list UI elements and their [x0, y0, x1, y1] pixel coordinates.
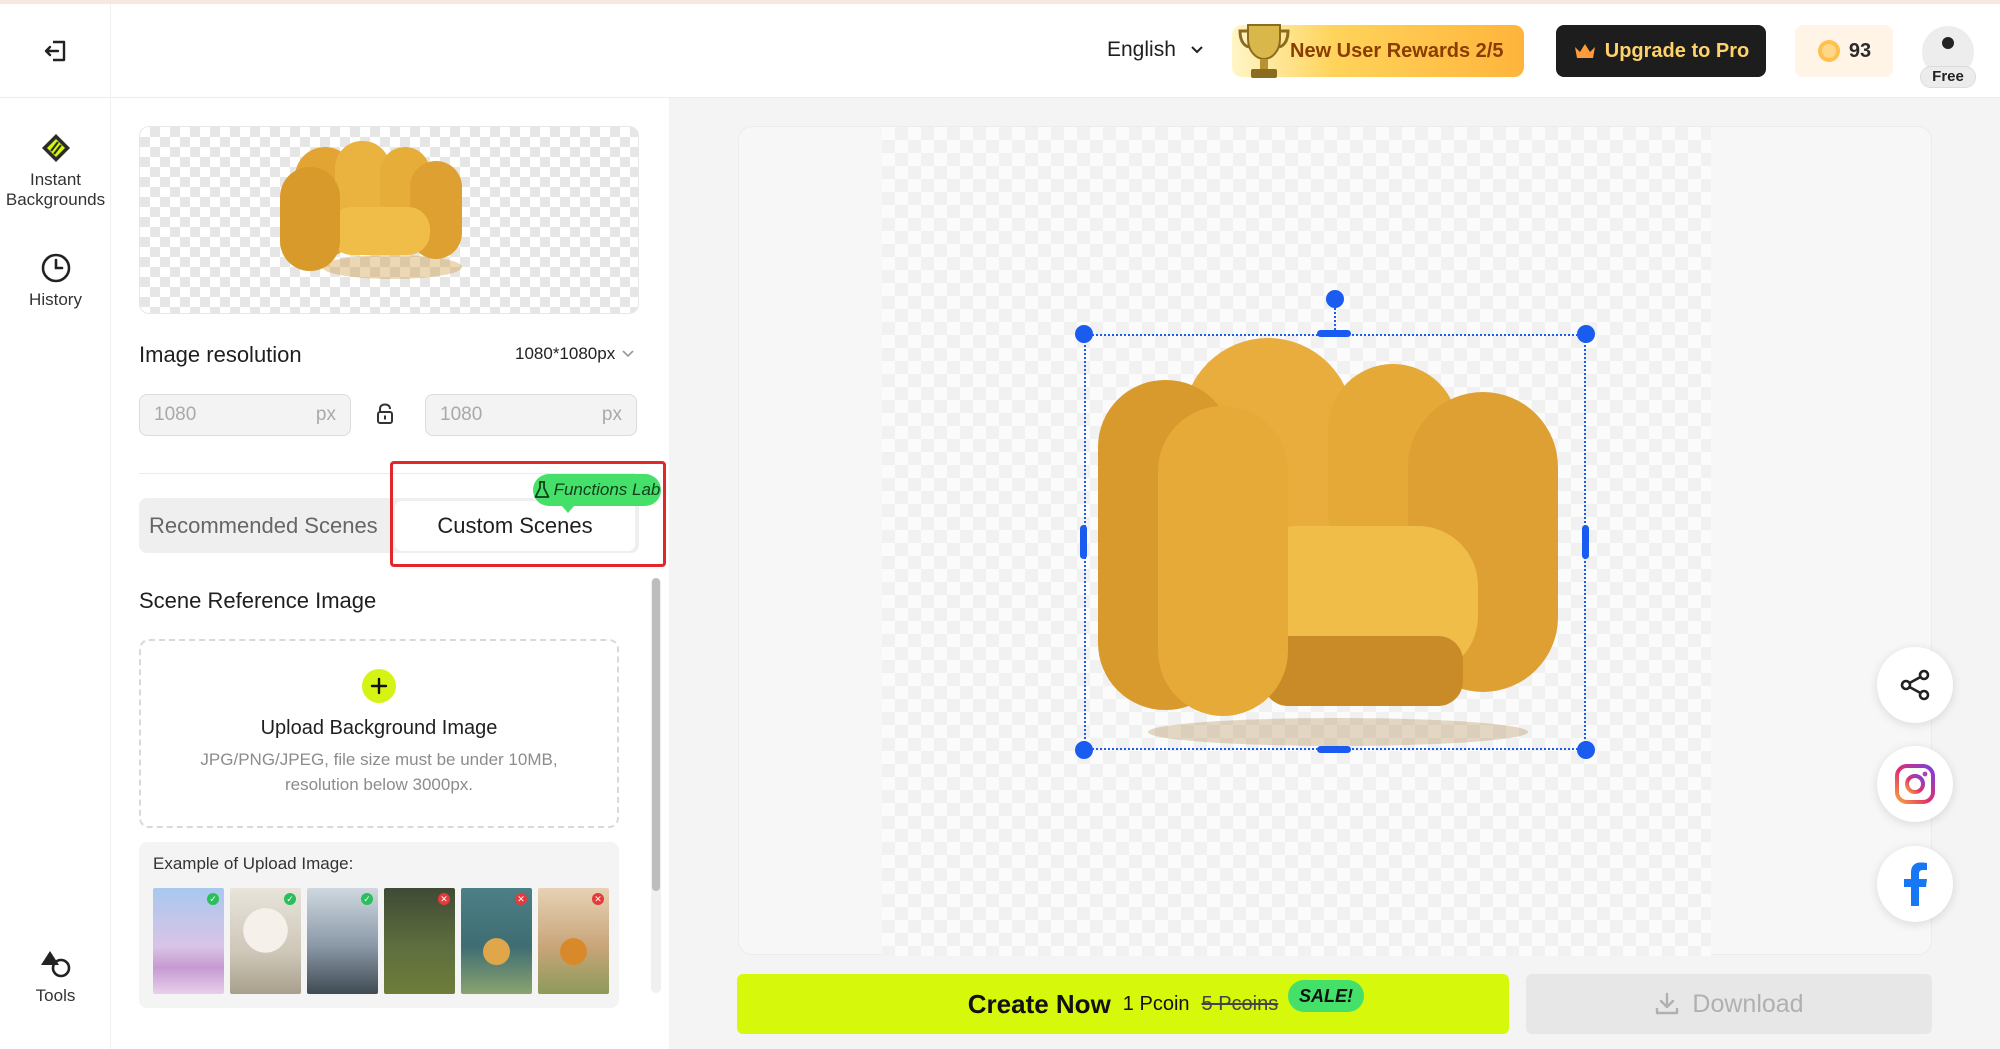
- example-image-good-2: ✓: [230, 888, 301, 994]
- examples-label: Example of Upload Image:: [153, 854, 354, 873]
- check-icon: ✓: [284, 893, 296, 905]
- upgrade-to-pro-button[interactable]: Upgrade to Pro: [1556, 25, 1766, 77]
- download-button[interactable]: Download: [1526, 974, 1932, 1034]
- price-label: 1 Pcoin: [1122, 992, 1190, 1015]
- upload-examples: Example of Upload Image: ✓ ✓ ✓ ✕ ✕ ✕: [139, 842, 619, 1008]
- aspect-lock-toggle[interactable]: [375, 403, 395, 430]
- resize-handle-right[interactable]: [1582, 525, 1589, 559]
- rail-label-instant-backgrounds: Instant Backgrounds: [5, 170, 106, 209]
- scrollbar-thumb[interactable]: [652, 578, 660, 891]
- upload-background-dropzone[interactable]: Upload Background Image JPG/PNG/JPEG, fi…: [139, 639, 619, 828]
- chevron-down-icon: [1191, 46, 1203, 54]
- product-preview-thumbnail[interactable]: [139, 126, 639, 314]
- facebook-icon: [1904, 862, 1927, 906]
- resize-handle-top-right[interactable]: [1577, 325, 1595, 343]
- exit-button[interactable]: [0, 4, 111, 98]
- lock-icon: [377, 403, 393, 424]
- functions-lab-badge: Functions Lab: [533, 474, 661, 513]
- coin-balance[interactable]: 93: [1795, 25, 1893, 77]
- sale-badge: SALE!: [1288, 980, 1364, 1012]
- download-label: Download: [1692, 989, 1804, 1018]
- rotate-handle[interactable]: [1326, 290, 1344, 308]
- rail-item-instant-backgrounds[interactable]: Instant Backgrounds: [0, 132, 111, 210]
- facebook-button[interactable]: [1877, 846, 1953, 922]
- check-icon: ✓: [361, 893, 373, 905]
- resize-handle-bottom[interactable]: [1317, 746, 1351, 753]
- coin-count: 93: [1848, 39, 1872, 62]
- resize-handle-left[interactable]: [1080, 525, 1087, 559]
- example-image-bad-1: ✕: [384, 888, 455, 994]
- example-image-good-3: ✓: [307, 888, 378, 994]
- coin-icon: [1817, 40, 1840, 62]
- new-user-rewards-button[interactable]: New User Rewards 2/5: [1232, 24, 1524, 78]
- height-placeholder: 1080: [440, 404, 483, 425]
- scene-reference-title: Scene Reference Image: [139, 588, 377, 613]
- create-now-label: Create Now: [967, 988, 1111, 1019]
- share-icon: [1900, 669, 1930, 701]
- clock-icon: [41, 253, 70, 283]
- example-image-bad-2: ✕: [461, 888, 532, 994]
- tab-recommended-scenes[interactable]: Recommended Scenes: [149, 513, 378, 539]
- upload-title: Upload Background Image: [260, 717, 498, 739]
- width-input[interactable]: 1080 px: [139, 394, 351, 436]
- resize-handle-top-left[interactable]: [1075, 325, 1093, 343]
- add-icon: [362, 669, 396, 703]
- height-input[interactable]: 1080 px: [425, 394, 637, 436]
- rail-item-tools[interactable]: Tools: [0, 948, 111, 1006]
- panel-scrollbar[interactable]: [651, 578, 661, 993]
- language-label: English: [1107, 38, 1176, 61]
- cross-icon: ✕: [592, 893, 604, 905]
- height-unit: px: [601, 404, 622, 425]
- instagram-button[interactable]: [1877, 746, 1953, 822]
- resize-handle-top[interactable]: [1317, 330, 1351, 337]
- user-menu[interactable]: Free: [1920, 26, 1976, 92]
- exit-icon: [44, 40, 66, 62]
- crown-icon: [1574, 44, 1595, 58]
- rewards-label: New User Rewards 2/5: [1290, 40, 1504, 62]
- flask-icon: [534, 481, 549, 498]
- rail-label-history: History: [29, 290, 82, 309]
- share-button[interactable]: [1877, 647, 1953, 723]
- trophy-icon: [1238, 24, 1290, 78]
- armchair-thumbnail-image: [280, 141, 462, 279]
- upload-hint: JPG/PNG/JPEG, file size must be under 10…: [200, 750, 558, 794]
- shapes-icon: [40, 951, 70, 978]
- example-image-good-1: ✓: [153, 888, 224, 994]
- example-image-bad-3: ✕: [538, 888, 609, 994]
- resolution-title: Image resolution: [139, 342, 302, 367]
- cross-icon: ✕: [438, 893, 450, 905]
- create-now-button[interactable]: Create Now 1 Pcoin 5 Pcoins: [737, 974, 1509, 1034]
- rotate-line: [1334, 305, 1336, 333]
- resize-handle-bottom-right[interactable]: [1577, 741, 1595, 759]
- chevron-down-icon: [622, 350, 634, 358]
- rail-label-tools: Tools: [35, 986, 76, 1005]
- rail-item-history[interactable]: History: [0, 252, 111, 310]
- download-icon: [1656, 992, 1679, 1015]
- upgrade-label: Upgrade to Pro: [1604, 39, 1750, 62]
- cross-icon: ✕: [515, 893, 527, 905]
- selection-box[interactable]: [1084, 334, 1586, 750]
- old-price-label: 5 Pcoins: [1201, 992, 1279, 1015]
- width-placeholder: 1080: [154, 404, 197, 425]
- resize-handle-bottom-left[interactable]: [1075, 741, 1093, 759]
- language-selector[interactable]: English: [1107, 38, 1204, 62]
- functions-lab-label: Functions Lab: [553, 480, 661, 499]
- settings-panel: Image resolution 1080*1080px 1080 px 108…: [111, 98, 669, 1049]
- width-unit: px: [315, 404, 336, 425]
- instagram-icon: [1895, 764, 1935, 804]
- resolution-value: 1080*1080px: [515, 344, 616, 363]
- plan-badge: Free: [1920, 66, 1976, 88]
- instant-backgrounds-icon: [41, 134, 70, 162]
- left-rail: Instant Backgrounds History Tools: [0, 98, 111, 1049]
- header: English New User Rewards 2/5 Upgrade to …: [0, 4, 2000, 98]
- check-icon: ✓: [207, 893, 219, 905]
- resolution-dropdown[interactable]: 1080*1080px: [515, 344, 635, 364]
